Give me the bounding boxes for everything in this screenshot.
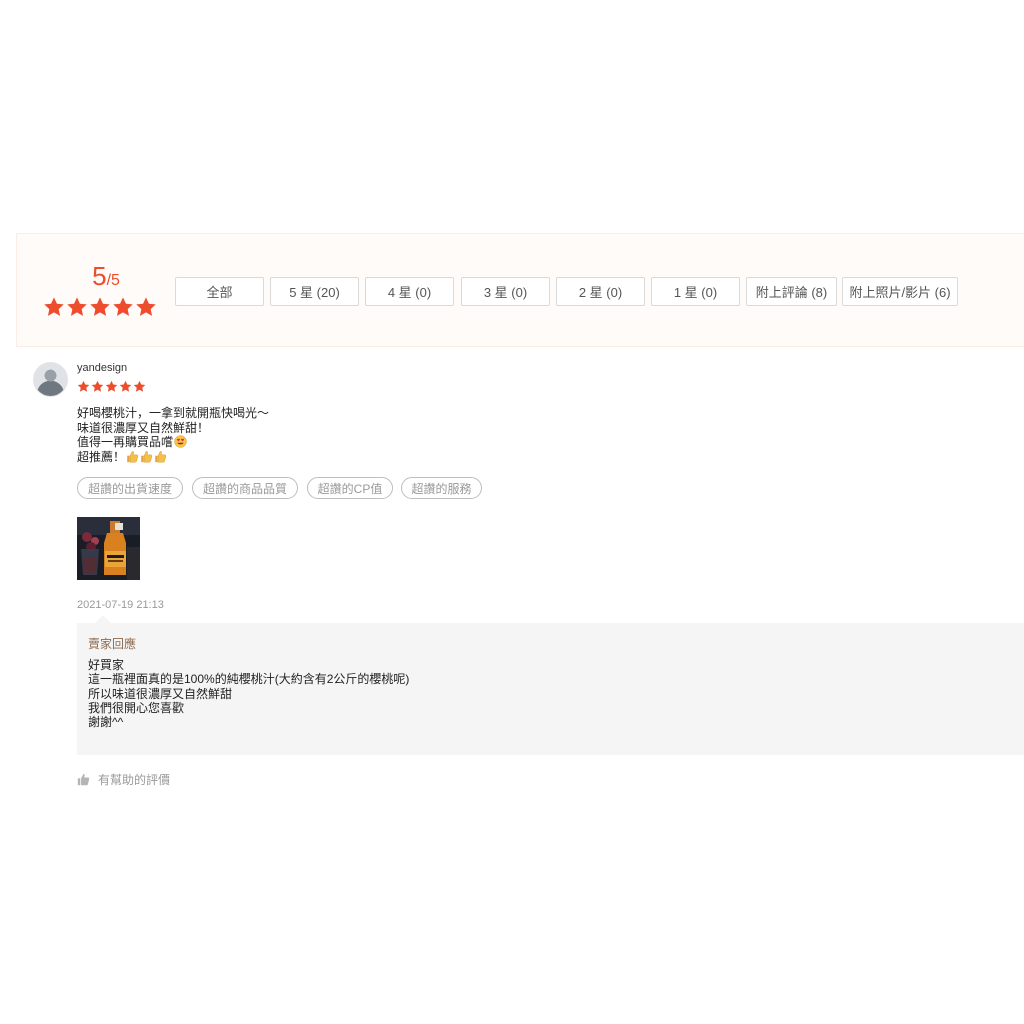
star-icon: [136, 297, 156, 316]
star-icon: [133, 380, 146, 392]
review-tag: 超讚的商品品質: [192, 477, 298, 499]
comment-line-with-emoji: 超推薦！: [77, 450, 269, 465]
review-star-rating: [77, 380, 146, 393]
review-photo-thumbnail[interactable]: [77, 517, 140, 580]
comment-line-with-emoji: 值得一再購買品嚐: [77, 435, 269, 450]
reviewer-username[interactable]: yandesign: [77, 362, 127, 374]
comment-line: 好喝櫻桃汁，一拿到就開瓶快喝光～: [77, 406, 270, 420]
rating-overview: 5/5 全部 5 星 (20) 4 星 (0) 3 星 (0) 2 星 (0) …: [16, 233, 1024, 347]
reply-line: 好買家: [88, 658, 125, 672]
comment-line-text: 值得一再購買品嚐: [77, 435, 174, 449]
filter-2-star-button[interactable]: 2 星 (0): [556, 277, 645, 306]
reply-line: 這一瓶裡面真的是100%的純櫻桃汁(大約含有2公斤的櫻桃呢): [88, 672, 410, 687]
review-tag: 超讚的CP值: [307, 477, 393, 499]
thumbs-up-icon: [141, 450, 153, 462]
score-max: /5: [106, 272, 120, 289]
star-icon: [113, 297, 133, 316]
star-icon: [91, 380, 104, 392]
helpful-button[interactable]: 有幫助的評價: [77, 771, 170, 788]
star-icon: [44, 297, 64, 316]
reply-line: 所以味道很濃厚又自然鮮甜: [88, 686, 233, 701]
avatar[interactable]: [33, 362, 68, 397]
filter-1-star-button[interactable]: 1 星 (0): [651, 277, 740, 306]
thumbs-up-icon: [155, 450, 167, 462]
star-icon: [119, 380, 132, 392]
review-photo-cherry-juice-bottle: [77, 517, 140, 580]
comment-line-text: 超推薦！: [77, 449, 126, 464]
seller-reply: 賣家回應 好買家 這一瓶裡面真的是100%的純櫻桃汁(大約含有2公斤的櫻桃呢) …: [77, 615, 1024, 755]
review-comment: 好喝櫻桃汁，一拿到就開瓶快喝光～ 味道很濃厚又自然鮮甜！ 值得一再購買品嚐 超推…: [77, 406, 269, 464]
filter-all-button[interactable]: 全部: [175, 277, 264, 306]
filter-4-star-button[interactable]: 4 星 (0): [365, 277, 454, 306]
score-value: 5: [92, 261, 107, 291]
review-tag: 超讚的服務: [401, 477, 482, 499]
review-tag: 超讚的出貨速度: [77, 477, 183, 499]
review-timestamp: 2021-07-19 21:13: [77, 599, 164, 611]
star-icon: [67, 297, 87, 316]
overview-star-rating: [43, 296, 157, 318]
star-icon: [90, 297, 110, 316]
seller-reply-title: 賣家回應: [88, 637, 137, 651]
star-icon: [105, 380, 118, 392]
filter-5-star-button[interactable]: 5 星 (20): [270, 277, 359, 306]
thumbs-up-icon: [127, 450, 139, 462]
seller-reply-body: 好買家 這一瓶裡面真的是100%的純櫻桃汁(大約含有2公斤的櫻桃呢) 所以味道很…: [88, 658, 409, 729]
star-icon: [77, 380, 90, 392]
filter-3-star-button[interactable]: 3 星 (0): [461, 277, 550, 306]
helpful-label: 有幫助的評價: [98, 773, 171, 787]
thumbs-up-icon: [77, 774, 90, 786]
product-ratings-page: 5/5 全部 5 星 (20) 4 星 (0) 3 星 (0) 2 星 (0) …: [0, 0, 1024, 1024]
comment-line: 味道很濃厚又自然鮮甜！: [77, 420, 210, 435]
reply-line: 我們很開心您喜歡: [88, 700, 185, 715]
filter-with-comments-button[interactable]: 附上評論 (8): [746, 277, 837, 306]
filter-with-media-button[interactable]: 附上照片/影片 (6): [842, 277, 958, 306]
smiling-face-with-heart-eyes-icon: [174, 435, 187, 448]
average-score: 5/5: [76, 261, 136, 292]
reply-line: 謝謝^^: [88, 715, 124, 730]
